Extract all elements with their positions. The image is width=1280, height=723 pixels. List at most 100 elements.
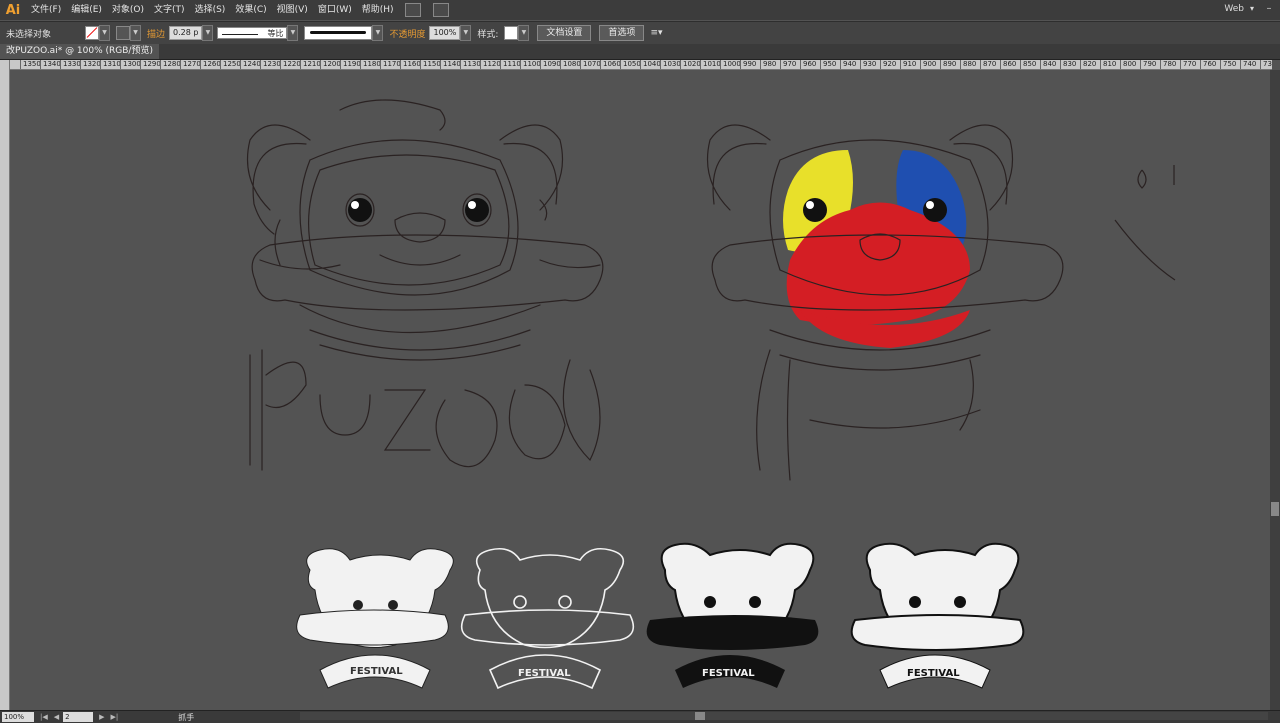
minimize-icon[interactable]: – (1262, 3, 1276, 15)
ruler-tick: 1190 (340, 60, 361, 69)
opacity-field[interactable]: 100% (429, 26, 461, 40)
ruler-tick-label: 860 (1003, 60, 1017, 68)
ruler-tick: 1280 (160, 60, 181, 69)
vertical-ruler[interactable] (0, 60, 10, 710)
ruler-tick-label: 750 (1223, 60, 1237, 68)
ruler-tick: 830 (1060, 60, 1080, 69)
ruler-tick-label: 940 (843, 60, 857, 68)
ruler-tick: 1030 (660, 60, 681, 69)
ruler-tick-label: 1260 (203, 60, 221, 68)
graphic-style-swatch[interactable] (504, 26, 519, 40)
preferences-button[interactable]: 首选项 (599, 25, 645, 41)
chevron-down-icon[interactable]: ▾ (1250, 4, 1254, 13)
ruler-tick-label: 1300 (123, 60, 141, 68)
pencil-sketch-left (246, 99, 604, 471)
workspace-switcher[interactable]: Web (1224, 4, 1244, 14)
next-artboard-icon[interactable]: ▶ (99, 713, 104, 721)
ruler-tick-label: 1270 (183, 60, 201, 68)
ruler-tick: 1180 (360, 60, 381, 69)
ruler-tick: 1010 (700, 60, 721, 69)
ruler-tick-label: 800 (1123, 60, 1137, 68)
ruler-tick-label: 830 (1063, 60, 1077, 68)
ruler-tick: 860 (1000, 60, 1020, 69)
fill-swatch[interactable] (85, 26, 100, 40)
ruler-tick-label: 1110 (503, 60, 521, 68)
vertical-scrollbar[interactable] (1270, 70, 1280, 710)
ruler-tick-label: 1230 (263, 60, 281, 68)
stroke-weight-dropdown[interactable]: ▼ (202, 25, 214, 41)
ruler-tick: 740 (1240, 60, 1260, 69)
ruler-tick: 800 (1120, 60, 1140, 69)
opacity-dropdown[interactable]: ▼ (460, 25, 472, 41)
brush-dropdown[interactable]: ▼ (372, 25, 384, 41)
stroke-dropdown[interactable]: ▼ (130, 25, 142, 41)
scroll-thumb[interactable] (1271, 502, 1279, 516)
last-artboard-icon[interactable]: ▶| (111, 713, 119, 721)
ruler-tick: 870 (980, 60, 1000, 69)
ruler-tick-label: 1350 (23, 60, 41, 68)
stroke-label[interactable]: 描边 (147, 27, 165, 40)
ruler-tick: 900 (920, 60, 940, 69)
style-dropdown[interactable]: ▼ (518, 25, 530, 41)
ruler-tick-label: 1000 (723, 60, 741, 68)
ruler-tick: 810 (1100, 60, 1120, 69)
opacity-label[interactable]: 不透明度 (389, 27, 425, 40)
ruler-tick: 1020 (680, 60, 701, 69)
menu-object[interactable]: 对象(O) (107, 0, 149, 20)
ruler-tick: 820 (1080, 60, 1100, 69)
ruler-tick: 890 (940, 60, 960, 69)
ruler-tick-label: 740 (1243, 60, 1257, 68)
horizontal-scrollbar[interactable] (300, 712, 1268, 720)
document-tab[interactable]: 改PUZOO.ai* @ 100% (RGB/预览) (0, 44, 159, 59)
ruler-tick-label: 1340 (43, 60, 61, 68)
profile-dropdown[interactable]: ▼ (287, 25, 299, 41)
ruler-tick-label: 1170 (383, 60, 401, 68)
ruler-tick: 1150 (420, 60, 441, 69)
ruler-tick: 1120 (480, 60, 501, 69)
menu-view[interactable]: 视图(V) (272, 0, 313, 20)
ruler-tick-label: 1320 (83, 60, 101, 68)
canvas[interactable]: FESTIVAL FESTIVAL FESTIVAL FESTIVAL (10, 70, 1270, 710)
ruler-tick-label: 1020 (683, 60, 701, 68)
ruler-tick: 1240 (240, 60, 261, 69)
menu-type[interactable]: 文字(T) (149, 0, 190, 20)
ruler-tick: 1260 (200, 60, 221, 69)
ruler-tick-label: 1330 (63, 60, 81, 68)
ruler-tick: 1170 (380, 60, 401, 69)
ruler-tick-label: 1060 (603, 60, 621, 68)
brush-definition[interactable] (304, 26, 373, 40)
arrange-documents-icon[interactable] (432, 3, 449, 17)
ruler-tick-label: 760 (1203, 60, 1217, 68)
artboard-field[interactable]: 2 (63, 712, 94, 722)
ruler-tick-label: 890 (943, 60, 957, 68)
menu-select[interactable]: 选择(S) (190, 0, 231, 20)
ruler-tick-label: 780 (1163, 60, 1177, 68)
panel-menu-icon[interactable]: ≡▾ (650, 28, 662, 38)
horizontal-ruler[interactable]: 1350 1340 1330 1320 1310 1300 1290 1280 1270 1260… (10, 60, 1272, 70)
menu-edit[interactable]: 编辑(E) (66, 0, 107, 20)
menu-bar: Ai 文件(F) 编辑(E) 对象(O) 文字(T) 选择(S) 效果(C) 视… (0, 0, 1280, 20)
menu-file[interactable]: 文件(F) (26, 0, 66, 20)
first-artboard-icon[interactable]: |◀ (40, 713, 48, 721)
menu-window[interactable]: 窗口(W) (313, 0, 357, 20)
ruler-tick-label: 1250 (223, 60, 241, 68)
stroke-weight-field[interactable]: 0.28 p (169, 26, 203, 40)
menu-effect[interactable]: 效果(C) (230, 0, 271, 20)
document-setup-button[interactable]: 文档设置 (537, 25, 592, 41)
zoom-field[interactable]: 100% (2, 712, 34, 722)
ruler-tick: 1130 (460, 60, 481, 69)
ruler-tick: 1230 (260, 60, 281, 69)
ruler-tick-label: 950 (823, 60, 837, 68)
bridge-icon[interactable] (404, 3, 421, 17)
ruler-tick: 1210 (300, 60, 321, 69)
ruler-tick: 1050 (620, 60, 641, 69)
fill-dropdown[interactable]: ▼ (99, 25, 111, 41)
scroll-thumb[interactable] (695, 712, 705, 720)
prev-artboard-icon[interactable]: ◀ (54, 713, 59, 721)
stroke-swatch[interactable] (116, 26, 131, 40)
menu-help[interactable]: 帮助(H) (357, 0, 399, 20)
ruler-tick-label: 1090 (543, 60, 561, 68)
ruler-tick-label: 870 (983, 60, 997, 68)
app-logo: Ai (5, 2, 21, 18)
variable-width-profile[interactable]: 等比 (217, 27, 288, 39)
